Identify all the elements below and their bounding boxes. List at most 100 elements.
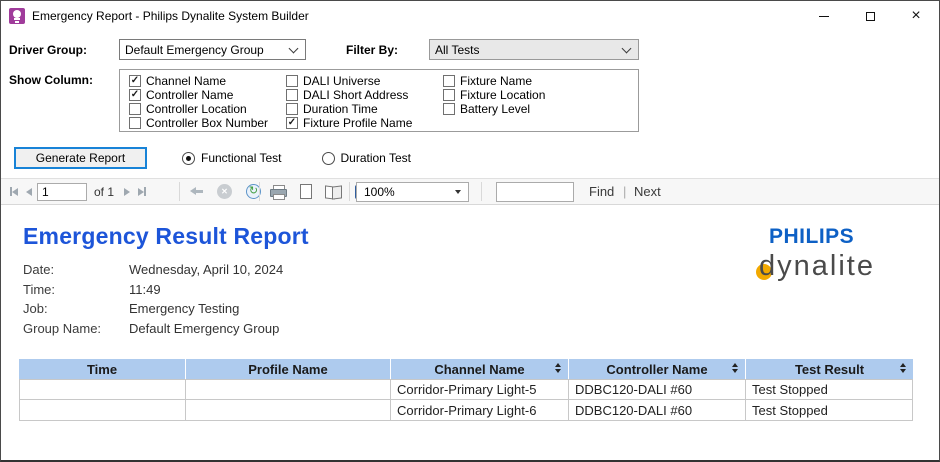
column-header-label: Channel Name xyxy=(434,361,525,377)
page-setup-button[interactable] xyxy=(322,181,345,203)
radio-button-icon[interactable] xyxy=(182,151,195,165)
table-cell xyxy=(19,400,186,421)
checkbox-dali-universe[interactable]: DALI Universe xyxy=(286,74,443,88)
checkbox-box[interactable] xyxy=(443,75,455,87)
previous-page-button[interactable] xyxy=(23,181,35,203)
find-link[interactable]: Find xyxy=(589,184,614,199)
radio-dot xyxy=(186,155,191,161)
generate-report-button[interactable]: Generate Report xyxy=(14,147,147,169)
previous-page-icon xyxy=(26,187,32,196)
refresh-button[interactable]: ↻ xyxy=(243,181,264,203)
minimize-button[interactable] xyxy=(801,1,847,31)
checkbox-fixture-profile-name[interactable]: ✓ Fixture Profile Name xyxy=(286,116,443,130)
radio-duration-test[interactable]: Duration Test xyxy=(321,151,411,165)
radio-button-icon[interactable] xyxy=(321,151,335,165)
checkbox-channel-name[interactable]: ✓ Channel Name xyxy=(129,74,286,88)
sort-icon[interactable] xyxy=(732,363,738,373)
print-layout-icon xyxy=(300,184,312,199)
filter-by-label: Filter By: xyxy=(346,43,399,57)
checkbox-label: Fixture Location xyxy=(460,88,546,102)
philips-wordmark: PHILIPS xyxy=(769,225,855,248)
chevron-down-icon xyxy=(621,43,632,54)
checkbox-label: Duration Time xyxy=(303,102,378,116)
radio-functional-test[interactable]: Functional Test xyxy=(182,151,282,165)
field-label: Date: xyxy=(23,262,55,278)
report-page: Emergency Result Report PHILIPS dynalite… xyxy=(1,205,939,460)
driver-group-dropdown[interactable]: Default Emergency Group xyxy=(119,39,306,60)
checkbox-box[interactable]: ✓ xyxy=(129,75,141,87)
table-header-row: Time Profile Name Channel Name Controller N… xyxy=(19,359,913,379)
maximize-icon xyxy=(865,11,875,21)
find-next-divider: | xyxy=(623,184,627,199)
checkbox-duration-time[interactable]: Duration Time xyxy=(286,102,443,116)
table-cell xyxy=(186,400,391,421)
checkbox-box[interactable] xyxy=(129,103,141,115)
column-header-time[interactable]: Time xyxy=(19,359,186,379)
find-text-input[interactable] xyxy=(496,182,574,202)
checkbox-box[interactable] xyxy=(286,89,298,101)
zoom-selected-value: 100% xyxy=(364,185,395,199)
bulb-icon-line xyxy=(15,21,19,23)
maximize-button[interactable] xyxy=(847,1,893,31)
next-page-icon xyxy=(124,187,131,196)
last-page-button[interactable] xyxy=(135,181,149,203)
checkbox-controller-location[interactable]: Controller Location xyxy=(129,102,286,116)
column-header-label: Profile Name xyxy=(248,361,328,377)
field-label: Job: xyxy=(23,301,48,317)
sort-up-icon xyxy=(555,363,561,367)
sort-icon[interactable] xyxy=(555,363,561,373)
chevron-down-icon xyxy=(288,43,299,54)
checkbox-box[interactable] xyxy=(443,103,455,115)
zoom-dropdown[interactable]: 100% xyxy=(356,182,469,202)
sort-down-icon xyxy=(900,369,906,373)
table-cell: Test Stopped xyxy=(746,400,913,421)
column-header-label: Time xyxy=(86,361,118,377)
table-cell xyxy=(186,379,391,400)
page-count-label: of 1 xyxy=(94,184,115,199)
checkbox-box[interactable]: ✓ xyxy=(286,117,298,129)
page-setup-icon xyxy=(325,185,342,200)
checkbox-box[interactable] xyxy=(286,75,298,87)
bulb-icon-line xyxy=(14,18,20,20)
checkbox-box[interactable] xyxy=(286,103,298,115)
first-page-button[interactable] xyxy=(7,181,21,203)
checkbox-controller-name[interactable]: ✓ Controller Name xyxy=(129,88,286,102)
checkbox-label: Fixture Name xyxy=(460,74,533,88)
print-button[interactable] xyxy=(267,181,290,203)
column-header-test-result[interactable]: Test Result xyxy=(746,359,913,379)
print-layout-button[interactable] xyxy=(297,181,315,203)
stop-icon: ✕ xyxy=(217,184,232,199)
filter-by-dropdown[interactable]: All Tests xyxy=(429,39,639,60)
back-button[interactable] xyxy=(187,181,206,203)
sort-icon[interactable] xyxy=(900,363,906,373)
table-cell: DDBC120-DALI #60 xyxy=(569,400,746,421)
filter-by-selected-value: All Tests xyxy=(435,42,480,57)
column-header-profile-name[interactable]: Profile Name xyxy=(186,359,391,379)
checkbox-label: DALI Short Address xyxy=(303,88,409,102)
minimize-icon xyxy=(819,15,829,17)
checkbox-box[interactable] xyxy=(443,89,455,101)
checkbox-column: DALI Universe DALI Short Address Duration … xyxy=(286,74,443,131)
report-field-job: Job: Emergency Testing xyxy=(23,299,283,319)
stop-button[interactable]: ✕ xyxy=(214,181,235,203)
checkbox-box[interactable]: ✓ xyxy=(129,89,141,101)
column-header-controller-name[interactable]: Controller Name xyxy=(569,359,746,379)
close-icon: × xyxy=(911,7,921,24)
column-header-channel-name[interactable]: Channel Name xyxy=(391,359,569,379)
checkbox-fixture-name[interactable]: Fixture Name xyxy=(443,74,600,88)
checkbox-controller-box-number[interactable]: Controller Box Number xyxy=(129,116,286,130)
results-table: Time Profile Name Channel Name Controller N… xyxy=(19,359,913,421)
find-next-link[interactable]: Next xyxy=(634,184,661,199)
checkbox-label: Controller Box Number xyxy=(146,116,269,130)
current-page-input[interactable] xyxy=(37,182,87,201)
next-page-button[interactable] xyxy=(121,181,133,203)
checkbox-battery-level[interactable]: Battery Level xyxy=(443,102,600,116)
checkbox-fixture-location[interactable]: Fixture Location xyxy=(443,88,600,102)
checkbox-dali-short-address[interactable]: DALI Short Address xyxy=(286,88,443,102)
table-row: Corridor-Primary Light-6 DDBC120-DALI #60… xyxy=(19,400,913,421)
column-header-label: Test Result xyxy=(794,361,865,377)
checkbox-label: DALI Universe xyxy=(303,74,381,88)
close-button[interactable]: × xyxy=(893,1,939,31)
checkbox-box[interactable] xyxy=(129,117,141,129)
field-value: Default Emergency Group xyxy=(129,320,280,336)
